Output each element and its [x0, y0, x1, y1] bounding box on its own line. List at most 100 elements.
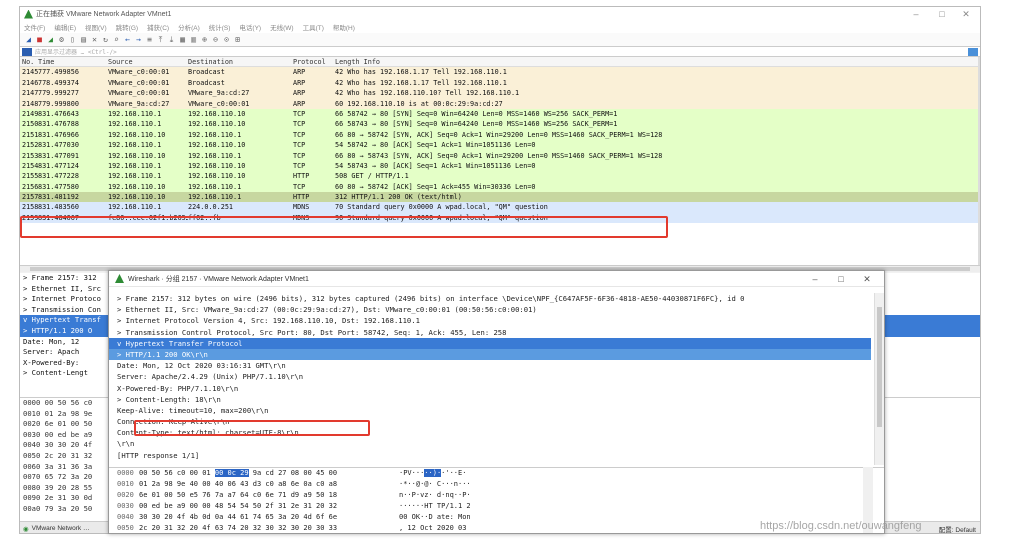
hex-ascii: ·*··@·@· C···n··· [399, 479, 519, 490]
zoom-normal-icon[interactable]: ⊙ [222, 35, 231, 44]
menu-item[interactable]: 分析(A) [178, 22, 200, 32]
highlight-box-keep-alive [134, 420, 370, 436]
menu-item[interactable]: 文件(F) [24, 22, 45, 32]
options-icon[interactable]: ⚙ [57, 35, 66, 44]
packet-row[interactable]: 2157 831.481192 192.168.110.10 192.168.110.… [20, 192, 978, 203]
packet-window-tree-item[interactable]: v Hypertext Transfer Protocol [109, 337, 871, 349]
menu-item[interactable]: 跳转(G) [116, 22, 138, 32]
hex-bytes: 6e 01 00 50 e5 76 7a a7 64 c0 6e 71 d9 a… [139, 490, 399, 501]
zoom-out-icon[interactable]: ⊖ [211, 35, 220, 44]
menu-item[interactable]: 电话(Y) [239, 22, 261, 32]
hex-ascii-pre: ······HT TP/1.1 2 [399, 502, 471, 510]
packet-cell-no: 2153 [22, 151, 38, 160]
packet-cell-dst: 192.168.110.10 [188, 109, 246, 118]
packet-cell-proto: ARP [293, 78, 306, 87]
packet-detail-window: Wireshark · 分组 2157 · VMware Network Ada… [108, 270, 885, 534]
packet-row[interactable]: 2154 831.477124 192.168.110.1 192.168.110.1… [20, 160, 978, 172]
packet-window-tree-item[interactable]: > Content-Length: 18\r\n [109, 394, 871, 405]
reload-icon[interactable]: ↻ [101, 35, 110, 44]
packet-window-tree-item[interactable]: X-Powered-By: PHP/7.1.10\r\n [109, 383, 871, 394]
resize-columns-icon[interactable]: ⊞ [233, 35, 242, 44]
open-icon[interactable]: ▯ [68, 35, 77, 44]
packet-row[interactable]: 2152 831.477030 192.168.110.1 192.168.110.1… [20, 140, 978, 151]
minimize-icon[interactable]: – [904, 7, 928, 21]
display-filter-input[interactable]: 应用显示过滤器 … <Ctrl-/> [35, 47, 968, 56]
packet-window-tree-item[interactable]: Date: Mon, 12 Oct 2020 03:16:31 GMT\r\n [109, 360, 871, 371]
close-icon[interactable]: ✕ [954, 7, 978, 21]
packet-window-detail-tree: > Frame 2157: 312 bytes on wire (2496 bi… [109, 293, 871, 465]
packet-window-tree-item[interactable]: > Ethernet II, Src: VMware_9a:cd:27 (00:… [109, 304, 871, 315]
column-header-source[interactable]: Source [108, 57, 188, 66]
packet-row[interactable]: 2149 831.476643 192.168.110.1 192.168.110.1… [20, 108, 978, 120]
maximize-icon[interactable]: □ [930, 7, 954, 21]
packet-window-tree-item[interactable]: > Internet Protocol Version 4, Src: 192.… [109, 315, 871, 326]
packet-cell-time: 831.483560 [38, 203, 79, 212]
find-icon[interactable]: ⌕ [112, 35, 121, 44]
save-icon[interactable]: ▤ [79, 35, 88, 44]
packet-row[interactable]: 2156 831.477580 192.168.110.10 192.168.110.… [20, 181, 978, 193]
hex-ascii: ·PV·····)··'··E· [399, 468, 519, 479]
packet-cell-no: 2147 [22, 89, 38, 98]
packet-window-tree-item[interactable]: Server: Apache/2.4.29 (Unix) PHP/7.1.10\… [109, 371, 871, 382]
stop-capture-icon[interactable]: ■ [35, 35, 44, 44]
first-icon[interactable]: ⤒ [156, 35, 165, 44]
hex-ascii: 00 OK··D ate: Mon [399, 512, 519, 523]
close-file-icon[interactable]: ✕ [90, 35, 99, 44]
packet-row[interactable]: 2151 831.476966 192.168.110.10 192.168.110.… [20, 129, 978, 141]
column-header-length-info[interactable]: Length Info [335, 57, 978, 66]
packet-cell-no: 2148 [22, 99, 38, 108]
last-icon[interactable]: ⤓ [167, 35, 176, 44]
column-header-no[interactable]: No. [20, 57, 38, 66]
packet-cell-no: 2155 [22, 172, 38, 181]
packet-window-hex-row: 0000 00 50 56 c0 00 01 00 0c 29 9a cd 27 … [109, 468, 884, 479]
packet-cell-info: 54 58743 → 80 [ACK] Seq=1 Ack=1 Win=1051… [335, 161, 536, 170]
shark-fin-icon[interactable]: ◢ [24, 35, 33, 44]
packet-window-tree-item[interactable]: > Transmission Control Protocol, Src Por… [109, 327, 871, 338]
hex-ascii-selected[interactable]: ··)· [424, 469, 442, 477]
maximize-icon[interactable]: □ [828, 271, 854, 287]
packet-row[interactable]: 2147 779.999277 VMware_c0:00:01 VMware_9a:c… [20, 88, 978, 99]
packet-window-tree-item[interactable]: Keep-Alive: timeout=10, max=200\r\n [109, 405, 871, 416]
packet-window-scrollbar[interactable] [874, 293, 884, 465]
packet-cell-info: 66 58742 → 80 [SYN] Seq=0 Win=64240 Len=… [335, 109, 618, 118]
packet-row[interactable]: 2153 831.477091 192.168.110.10 192.168.110.… [20, 150, 978, 161]
packet-row[interactable]: 2145 777.499856 VMware_c0:00:01 Broadcast AR… [20, 67, 978, 78]
colorize-icon[interactable]: ▥ [189, 35, 198, 44]
goto-icon[interactable]: ≡ [145, 35, 154, 44]
close-icon[interactable]: ✕ [854, 271, 880, 287]
zoom-in-icon[interactable]: ⊕ [200, 35, 209, 44]
packet-window-tree-item[interactable]: [HTTP response 1/1] [109, 450, 871, 461]
autoscroll-icon[interactable]: ▦ [178, 35, 187, 44]
menu-item[interactable]: 工具(T) [303, 22, 324, 32]
packet-window-tree-item[interactable]: > HTTP/1.1 200 OK\r\n [109, 348, 871, 361]
menu-item[interactable]: 捕获(C) [147, 22, 169, 32]
packet-row[interactable]: 2146 778.499374 VMware_c0:00:01 Broadcast AR… [20, 77, 978, 89]
hex-bytes-selected[interactable]: 00 0c 29 [214, 469, 249, 477]
menu-item[interactable]: 统计(S) [209, 22, 231, 32]
menu-item[interactable]: 帮助(H) [333, 22, 355, 32]
restart-capture-icon[interactable]: ◢ [46, 35, 55, 44]
packet-list-scrollbar[interactable] [978, 57, 980, 265]
filter-bookmark-icon[interactable] [22, 47, 32, 56]
packet-window-tree-item[interactable]: > Frame 2157: 312 bytes on wire (2496 bi… [109, 293, 871, 304]
back-icon[interactable]: ← [123, 35, 132, 44]
packet-window-hex-row: 0010 01 2a 98 9e 40 00 40 06 43 d3 c0 a8 … [109, 479, 884, 490]
forward-icon[interactable]: → [134, 35, 143, 44]
column-header-time[interactable]: Time [38, 57, 108, 66]
menu-item[interactable]: 视图(V) [85, 22, 107, 32]
packet-cell-dst: Broadcast [188, 78, 225, 87]
packet-cell-proto: ARP [293, 68, 306, 77]
status-profile[interactable]: 配置: Default [939, 524, 976, 534]
packet-row[interactable]: 2158 831.483560 192.168.110.1 224.0.0.251 MD… [20, 202, 978, 213]
packet-window-tree-item[interactable]: \r\n [109, 438, 871, 449]
menu-item[interactable]: 编辑(E) [54, 22, 76, 32]
apply-filter-button[interactable] [968, 47, 978, 56]
packet-row[interactable]: 2150 831.476788 192.168.110.1 192.168.110.1… [20, 119, 978, 130]
packet-row[interactable]: 2155 831.477228 192.168.110.1 192.168.110.1… [20, 171, 978, 182]
minimize-icon[interactable]: – [802, 271, 828, 287]
menu-item[interactable]: 无线(W) [270, 22, 293, 32]
column-header-protocol[interactable]: Protocol [293, 57, 335, 66]
packet-row[interactable]: 2148 779.999800 VMware_9a:cd:27 VMware_c0:0… [20, 98, 978, 109]
packet-cell-info: 60 80 → 58742 [ACK] Seq=1 Ack=455 Win=30… [335, 182, 536, 191]
column-header-destination[interactable]: Destination [188, 57, 293, 66]
